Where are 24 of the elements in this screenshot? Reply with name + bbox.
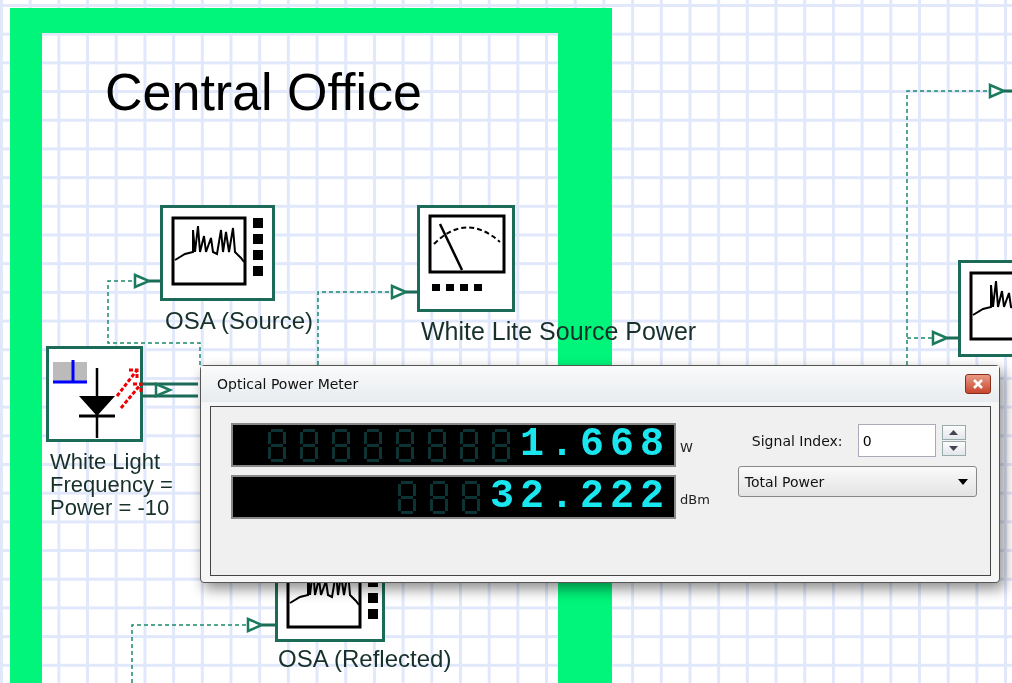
close-icon bbox=[973, 379, 983, 389]
unit-label: W bbox=[680, 440, 693, 457]
spin-up-button[interactable] bbox=[941, 425, 966, 440]
signal-index-field[interactable]: 0 bbox=[857, 424, 936, 457]
up-arrow-icon bbox=[949, 430, 959, 435]
unit-label: dBm bbox=[680, 492, 710, 509]
light-source-block[interactable] bbox=[46, 346, 143, 442]
power-meter-block[interactable] bbox=[417, 205, 515, 312]
block-label: OSA (Source) bbox=[165, 308, 314, 334]
spectrum-analyzer-block[interactable] bbox=[160, 205, 275, 301]
dialog-title: Optical Power Meter bbox=[217, 376, 359, 392]
field-label: Signal Index: bbox=[751, 432, 844, 449]
spectrum-analyzer-block[interactable] bbox=[958, 260, 1012, 357]
output-port-icon bbox=[143, 382, 198, 398]
down-arrow-icon bbox=[949, 446, 959, 451]
close-button[interactable] bbox=[965, 374, 991, 394]
spin-down-button[interactable] bbox=[941, 441, 966, 456]
block-label: OSA (Reflected) bbox=[278, 646, 452, 672]
digital-display: 32.222 bbox=[231, 475, 676, 519]
region-title: Central Office bbox=[105, 62, 422, 122]
mode-dropdown[interactable]: Total Power bbox=[737, 466, 977, 497]
digital-display: 1.668 bbox=[231, 423, 676, 467]
block-label: White Light Frequency = Power = -10 bbox=[50, 450, 173, 520]
caret-icon bbox=[957, 478, 968, 485]
